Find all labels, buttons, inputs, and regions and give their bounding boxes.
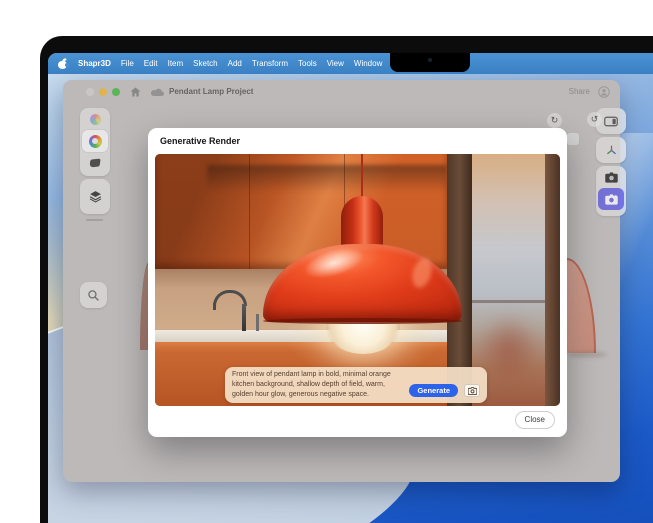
menu-sketch[interactable]: Sketch <box>188 59 222 68</box>
generate-button[interactable]: Generate <box>409 384 458 397</box>
menu-bar: Shapr3D File Edit Item Sketch Add Transf… <box>48 53 653 74</box>
menu-add[interactable]: Add <box>223 59 247 68</box>
close-dialog-button[interactable]: Close <box>515 411 555 429</box>
menu-item[interactable]: Item <box>163 59 189 68</box>
capture-viewpoint-button[interactable] <box>464 384 480 397</box>
prompt-bar: Front view of pendant lamp in bold, mini… <box>225 367 487 403</box>
menu-window[interactable]: Window <box>349 59 387 68</box>
menu-edit[interactable]: Edit <box>139 59 163 68</box>
scene-city-blur <box>478 312 540 384</box>
lamp-cord <box>361 154 363 198</box>
menu-shapr3d[interactable]: Shapr3D <box>73 59 116 68</box>
macbook-screen: Pendant Lamp Project Share <box>48 53 653 523</box>
prompt-input[interactable]: Front view of pendant lamp in bold, mini… <box>232 370 403 400</box>
camera-icon <box>468 387 477 395</box>
generative-render-dialog: Generative Render <box>148 128 567 437</box>
facetime-camera <box>428 58 432 62</box>
menu-tools[interactable]: Tools <box>293 59 322 68</box>
menu-transform[interactable]: Transform <box>247 59 293 68</box>
apple-menu-icon[interactable] <box>58 58 67 69</box>
render-preview-image: Front view of pendant lamp in bold, mini… <box>155 154 560 406</box>
dialog-title: Generative Render <box>160 128 240 154</box>
scene-faucet <box>213 290 263 335</box>
lamp-cap <box>341 196 383 250</box>
scene-right-frame <box>545 154 560 406</box>
display-notch <box>390 53 470 72</box>
scene-window-mullion <box>472 300 545 303</box>
app-window: Pendant Lamp Project Share <box>63 80 620 482</box>
page: Pendant Lamp Project Share <box>0 0 653 523</box>
menu-view[interactable]: View <box>322 59 349 68</box>
lamp-dome-rim <box>263 318 462 324</box>
scene-soffit-shadow <box>207 165 447 192</box>
menu-file[interactable]: File <box>116 59 139 68</box>
